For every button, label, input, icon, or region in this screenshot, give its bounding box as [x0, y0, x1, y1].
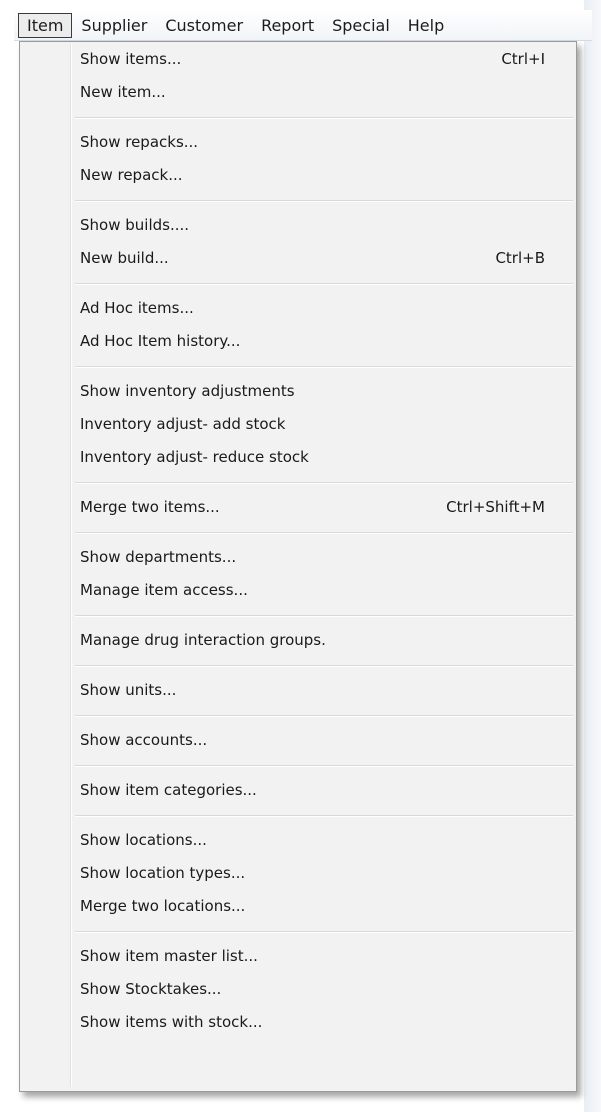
menu-option-label: Show items... [80, 50, 182, 68]
menu-option-label: Ad Hoc Item history... [80, 332, 241, 350]
menu-option-label: New build... [80, 249, 169, 267]
menu-separator [20, 474, 576, 491]
menu-option-label: Show location types... [80, 864, 246, 882]
menu-option[interactable]: Inventory adjust- reduce stock [20, 441, 576, 474]
background-window-edge [584, 0, 601, 1112]
menu-option-label: Show item master list... [80, 947, 258, 965]
menu-separator [20, 524, 576, 541]
menu-option[interactable]: Inventory adjust- add stock [20, 408, 576, 441]
menu-separator [20, 358, 576, 375]
menu-option[interactable]: Manage drug interaction groups. [20, 624, 576, 657]
menu-option-label: New repack... [80, 166, 183, 184]
menu-option-label: Inventory adjust- add stock [80, 415, 286, 433]
menu-option-label: Merge two locations... [80, 897, 246, 915]
menu-option-label: Show builds.... [80, 216, 190, 234]
menu-option[interactable]: New item... [20, 76, 576, 109]
menu-separator [20, 192, 576, 209]
screen: Item Supplier Customer Report Special He… [0, 0, 601, 1112]
menu-separator [20, 707, 576, 724]
menu-option[interactable]: New repack... [20, 159, 576, 192]
menu-option[interactable]: New build... Ctrl+B [20, 242, 576, 275]
menu-separator [20, 807, 576, 824]
menu-help[interactable]: Help [399, 13, 453, 38]
menu-option[interactable]: Show accounts... [20, 724, 576, 757]
menu-option-label: Show inventory adjustments [80, 382, 295, 400]
menu-option[interactable]: Show items with stock... [20, 1006, 576, 1039]
menu-option-shortcut: Ctrl+I [501, 50, 545, 68]
menu-option[interactable]: Show repacks... [20, 126, 576, 159]
menu-option-label: New item... [80, 83, 166, 101]
menu-option[interactable]: Show item categories... [20, 774, 576, 807]
menu-option[interactable]: Ad Hoc items... [20, 292, 576, 325]
menu-separator [20, 657, 576, 674]
menu-option-label: Manage item access... [80, 581, 248, 599]
menu-item-list: Show items... Ctrl+I New item... Show repac… [20, 43, 576, 1039]
menu-option-label: Show accounts... [80, 731, 208, 749]
menu-separator [20, 923, 576, 940]
menu-option-label: Inventory adjust- reduce stock [80, 448, 309, 466]
menu-option-label: Show repacks... [80, 133, 199, 151]
menu-option[interactable]: Ad Hoc Item history... [20, 325, 576, 358]
menu-option-label: Merge two items... [80, 498, 220, 516]
menu-option-label: Show units... [80, 681, 177, 699]
menu-supplier[interactable]: Supplier [72, 13, 156, 38]
menu-item[interactable]: Item [18, 12, 73, 38]
menu-option[interactable]: Show departments... [20, 541, 576, 574]
menu-special[interactable]: Special [323, 13, 399, 38]
menu-option[interactable]: Show Stocktakes... [20, 973, 576, 1006]
menu-option-label: Manage drug interaction groups. [80, 631, 326, 649]
menu-separator [20, 275, 576, 292]
menu-option-label: Show item categories... [80, 781, 257, 799]
menu-option-shortcut: Ctrl+Shift+M [446, 498, 545, 516]
menu-option[interactable]: Show location types... [20, 857, 576, 890]
menu-option[interactable]: Merge two locations... [20, 890, 576, 923]
menu-option-label: Show items with stock... [80, 1013, 263, 1031]
menu-option[interactable]: Show inventory adjustments [20, 375, 576, 408]
menu-option-shortcut: Ctrl+B [495, 249, 545, 267]
menu-separator [20, 757, 576, 774]
menu-option[interactable]: Manage item access... [20, 574, 576, 607]
menu-option[interactable]: Show units... [20, 674, 576, 707]
menu-option[interactable]: Show builds.... [20, 209, 576, 242]
menu-option-label: Show Stocktakes... [80, 980, 222, 998]
menu-customer[interactable]: Customer [156, 13, 252, 38]
menu-option-label: Show departments... [80, 548, 237, 566]
menu-option[interactable]: Show items... Ctrl+I [20, 43, 576, 76]
menu-separator [20, 109, 576, 126]
menu-bar: Item Supplier Customer Report Special He… [14, 10, 592, 41]
menu-option[interactable]: Show locations... [20, 824, 576, 857]
menu-option-label: Show locations... [80, 831, 207, 849]
menu-report[interactable]: Report [252, 13, 323, 38]
menu-option[interactable]: Show item master list... [20, 940, 576, 973]
menu-option-label: Ad Hoc items... [80, 299, 194, 317]
menu-option[interactable]: Merge two items... Ctrl+Shift+M [20, 491, 576, 524]
menu-separator [20, 607, 576, 624]
item-dropdown-menu: Show items... Ctrl+I New item... Show repac… [19, 41, 577, 1092]
